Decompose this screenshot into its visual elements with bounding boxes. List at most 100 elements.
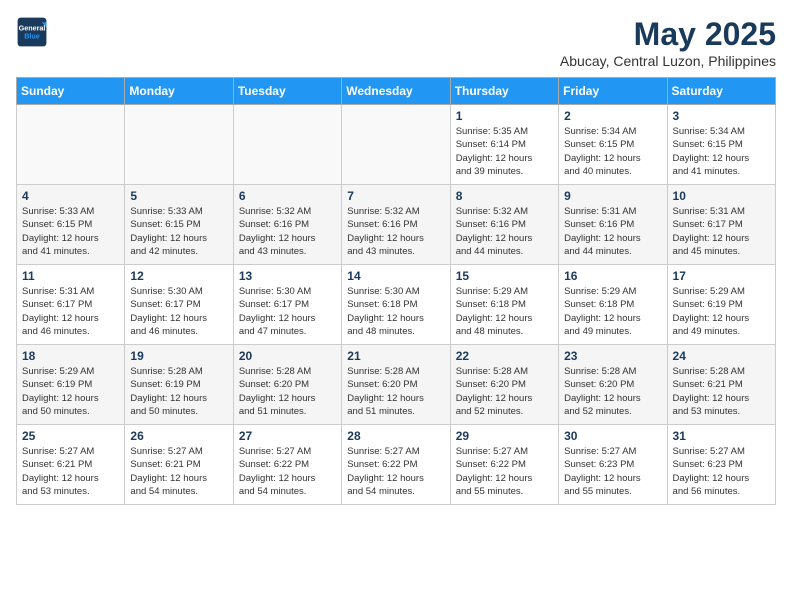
day-info: Sunrise: 5:32 AMSunset: 6:16 PMDaylight:…	[347, 205, 444, 258]
day-number: 19	[130, 349, 227, 363]
day-number: 13	[239, 269, 336, 283]
calendar-cell	[125, 105, 233, 185]
day-info: Sunrise: 5:27 AMSunset: 6:22 PMDaylight:…	[239, 445, 336, 498]
day-number: 6	[239, 189, 336, 203]
calendar-cell	[17, 105, 125, 185]
day-info: Sunrise: 5:29 AMSunset: 6:18 PMDaylight:…	[456, 285, 553, 338]
calendar-cell: 30 Sunrise: 5:27 AMSunset: 6:23 PMDayligh…	[559, 425, 667, 505]
weekday-header-sunday: Sunday	[17, 78, 125, 105]
weekday-header-friday: Friday	[559, 78, 667, 105]
day-info: Sunrise: 5:35 AMSunset: 6:14 PMDaylight:…	[456, 125, 553, 178]
day-info: Sunrise: 5:31 AMSunset: 6:17 PMDaylight:…	[22, 285, 119, 338]
day-number: 5	[130, 189, 227, 203]
day-number: 7	[347, 189, 444, 203]
calendar-week-row: 1Sunrise: 5:35 AMSunset: 6:14 PMDaylight…	[17, 105, 776, 185]
calendar-cell: 20Sunrise: 5:28 AMSunset: 6:20 PMDayligh…	[233, 345, 341, 425]
day-number: 17	[673, 269, 770, 283]
day-info: Sunrise: 5:27 AMSunset: 6:21 PMDaylight:…	[22, 445, 119, 498]
calendar-cell: 4 Sunrise: 5:33 AMSunset: 6:15 PMDaylight…	[17, 185, 125, 265]
calendar-cell: 23Sunrise: 5:28 AMSunset: 6:20 PMDayligh…	[559, 345, 667, 425]
day-number: 15	[456, 269, 553, 283]
calendar-cell: 28 Sunrise: 5:27 AMSunset: 6:22 PMDayligh…	[342, 425, 450, 505]
day-info: Sunrise: 5:28 AMSunset: 6:19 PMDaylight:…	[130, 365, 227, 418]
weekday-header-tuesday: Tuesday	[233, 78, 341, 105]
logo: General Blue	[16, 16, 48, 48]
page-header: General Blue May 2025 Abucay, Central Lu…	[16, 16, 776, 69]
day-number: 3	[673, 109, 770, 123]
day-number: 27	[239, 429, 336, 443]
day-number: 14	[347, 269, 444, 283]
calendar-cell: 12Sunrise: 5:30 AMSunset: 6:17 PMDayligh…	[125, 265, 233, 345]
day-info: Sunrise: 5:30 AMSunset: 6:18 PMDaylight:…	[347, 285, 444, 338]
weekday-header-row: SundayMondayTuesdayWednesdayThursdayFrid…	[17, 78, 776, 105]
day-number: 16	[564, 269, 661, 283]
day-number: 26	[130, 429, 227, 443]
day-number: 18	[22, 349, 119, 363]
day-number: 11	[22, 269, 119, 283]
day-info: Sunrise: 5:27 AMSunset: 6:21 PMDaylight:…	[130, 445, 227, 498]
weekday-header-thursday: Thursday	[450, 78, 558, 105]
calendar-cell: 14 Sunrise: 5:30 AMSunset: 6:18 PMDayligh…	[342, 265, 450, 345]
calendar-cell	[233, 105, 341, 185]
day-info: Sunrise: 5:31 AMSunset: 6:16 PMDaylight:…	[564, 205, 661, 258]
calendar-cell: 11 Sunrise: 5:31 AMSunset: 6:17 PMDayligh…	[17, 265, 125, 345]
calendar-cell: 13 Sunrise: 5:30 AMSunset: 6:17 PMDayligh…	[233, 265, 341, 345]
day-info: Sunrise: 5:27 AMSunset: 6:22 PMDaylight:…	[347, 445, 444, 498]
day-info: Sunrise: 5:27 AMSunset: 6:23 PMDaylight:…	[564, 445, 661, 498]
calendar-cell: 2Sunrise: 5:34 AMSunset: 6:15 PMDaylight…	[559, 105, 667, 185]
calendar-cell: 31Sunrise: 5:27 AMSunset: 6:23 PMDayligh…	[667, 425, 775, 505]
calendar-cell: 21Sunrise: 5:28 AMSunset: 6:20 PMDayligh…	[342, 345, 450, 425]
day-number: 22	[456, 349, 553, 363]
day-number: 20	[239, 349, 336, 363]
day-info: Sunrise: 5:28 AMSunset: 6:20 PMDaylight:…	[456, 365, 553, 418]
calendar-cell: 1Sunrise: 5:35 AMSunset: 6:14 PMDaylight…	[450, 105, 558, 185]
day-info: Sunrise: 5:27 AMSunset: 6:22 PMDaylight:…	[456, 445, 553, 498]
day-info: Sunrise: 5:32 AMSunset: 6:16 PMDaylight:…	[456, 205, 553, 258]
subtitle: Abucay, Central Luzon, Philippines	[560, 53, 776, 69]
calendar-cell: 3 Sunrise: 5:34 AMSunset: 6:15 PMDaylight…	[667, 105, 775, 185]
svg-text:Blue: Blue	[24, 31, 40, 40]
calendar-cell: 17 Sunrise: 5:29 AMSunset: 6:19 PMDayligh…	[667, 265, 775, 345]
calendar-cell: 24Sunrise: 5:28 AMSunset: 6:21 PMDayligh…	[667, 345, 775, 425]
day-number: 29	[456, 429, 553, 443]
weekday-header-saturday: Saturday	[667, 78, 775, 105]
weekday-header-wednesday: Wednesday	[342, 78, 450, 105]
day-info: Sunrise: 5:30 AMSunset: 6:17 PMDaylight:…	[239, 285, 336, 338]
day-info: Sunrise: 5:33 AMSunset: 6:15 PMDaylight:…	[22, 205, 119, 258]
day-number: 9	[564, 189, 661, 203]
day-number: 28	[347, 429, 444, 443]
day-info: Sunrise: 5:27 AMSunset: 6:23 PMDaylight:…	[673, 445, 770, 498]
calendar-cell: 26 Sunrise: 5:27 AMSunset: 6:21 PMDayligh…	[125, 425, 233, 505]
day-info: Sunrise: 5:30 AMSunset: 6:17 PMDaylight:…	[130, 285, 227, 338]
day-info: Sunrise: 5:29 AMSunset: 6:19 PMDaylight:…	[673, 285, 770, 338]
calendar-cell: 25Sunrise: 5:27 AMSunset: 6:21 PMDayligh…	[17, 425, 125, 505]
day-info: Sunrise: 5:31 AMSunset: 6:17 PMDaylight:…	[673, 205, 770, 258]
calendar-week-row: 25Sunrise: 5:27 AMSunset: 6:21 PMDayligh…	[17, 425, 776, 505]
calendar-table: SundayMondayTuesdayWednesdayThursdayFrid…	[16, 77, 776, 505]
calendar-cell	[342, 105, 450, 185]
calendar-cell: 22 Sunrise: 5:28 AMSunset: 6:20 PMDayligh…	[450, 345, 558, 425]
day-info: Sunrise: 5:29 AMSunset: 6:18 PMDaylight:…	[564, 285, 661, 338]
day-number: 10	[673, 189, 770, 203]
day-number: 30	[564, 429, 661, 443]
calendar-cell: 5 Sunrise: 5:33 AMSunset: 6:15 PMDaylight…	[125, 185, 233, 265]
weekday-header-monday: Monday	[125, 78, 233, 105]
calendar-week-row: 18 Sunrise: 5:29 AMSunset: 6:19 PMDayligh…	[17, 345, 776, 425]
calendar-cell: 16 Sunrise: 5:29 AMSunset: 6:18 PMDayligh…	[559, 265, 667, 345]
day-number: 8	[456, 189, 553, 203]
calendar-cell: 29 Sunrise: 5:27 AMSunset: 6:22 PMDayligh…	[450, 425, 558, 505]
day-info: Sunrise: 5:29 AMSunset: 6:19 PMDaylight:…	[22, 365, 119, 418]
calendar-cell: 18 Sunrise: 5:29 AMSunset: 6:19 PMDayligh…	[17, 345, 125, 425]
day-info: Sunrise: 5:33 AMSunset: 6:15 PMDaylight:…	[130, 205, 227, 258]
calendar-cell: 10 Sunrise: 5:31 AMSunset: 6:17 PMDayligh…	[667, 185, 775, 265]
day-number: 24	[673, 349, 770, 363]
logo-icon: General Blue	[16, 16, 48, 48]
calendar-cell: 6Sunrise: 5:32 AMSunset: 6:16 PMDaylight…	[233, 185, 341, 265]
calendar-week-row: 11 Sunrise: 5:31 AMSunset: 6:17 PMDayligh…	[17, 265, 776, 345]
calendar-cell: 9 Sunrise: 5:31 AMSunset: 6:16 PMDaylight…	[559, 185, 667, 265]
calendar-cell: 8 Sunrise: 5:32 AMSunset: 6:16 PMDaylight…	[450, 185, 558, 265]
calendar-week-row: 4 Sunrise: 5:33 AMSunset: 6:15 PMDaylight…	[17, 185, 776, 265]
day-info: Sunrise: 5:34 AMSunset: 6:15 PMDaylight:…	[673, 125, 770, 178]
day-number: 4	[22, 189, 119, 203]
month-title: May 2025	[560, 16, 776, 53]
